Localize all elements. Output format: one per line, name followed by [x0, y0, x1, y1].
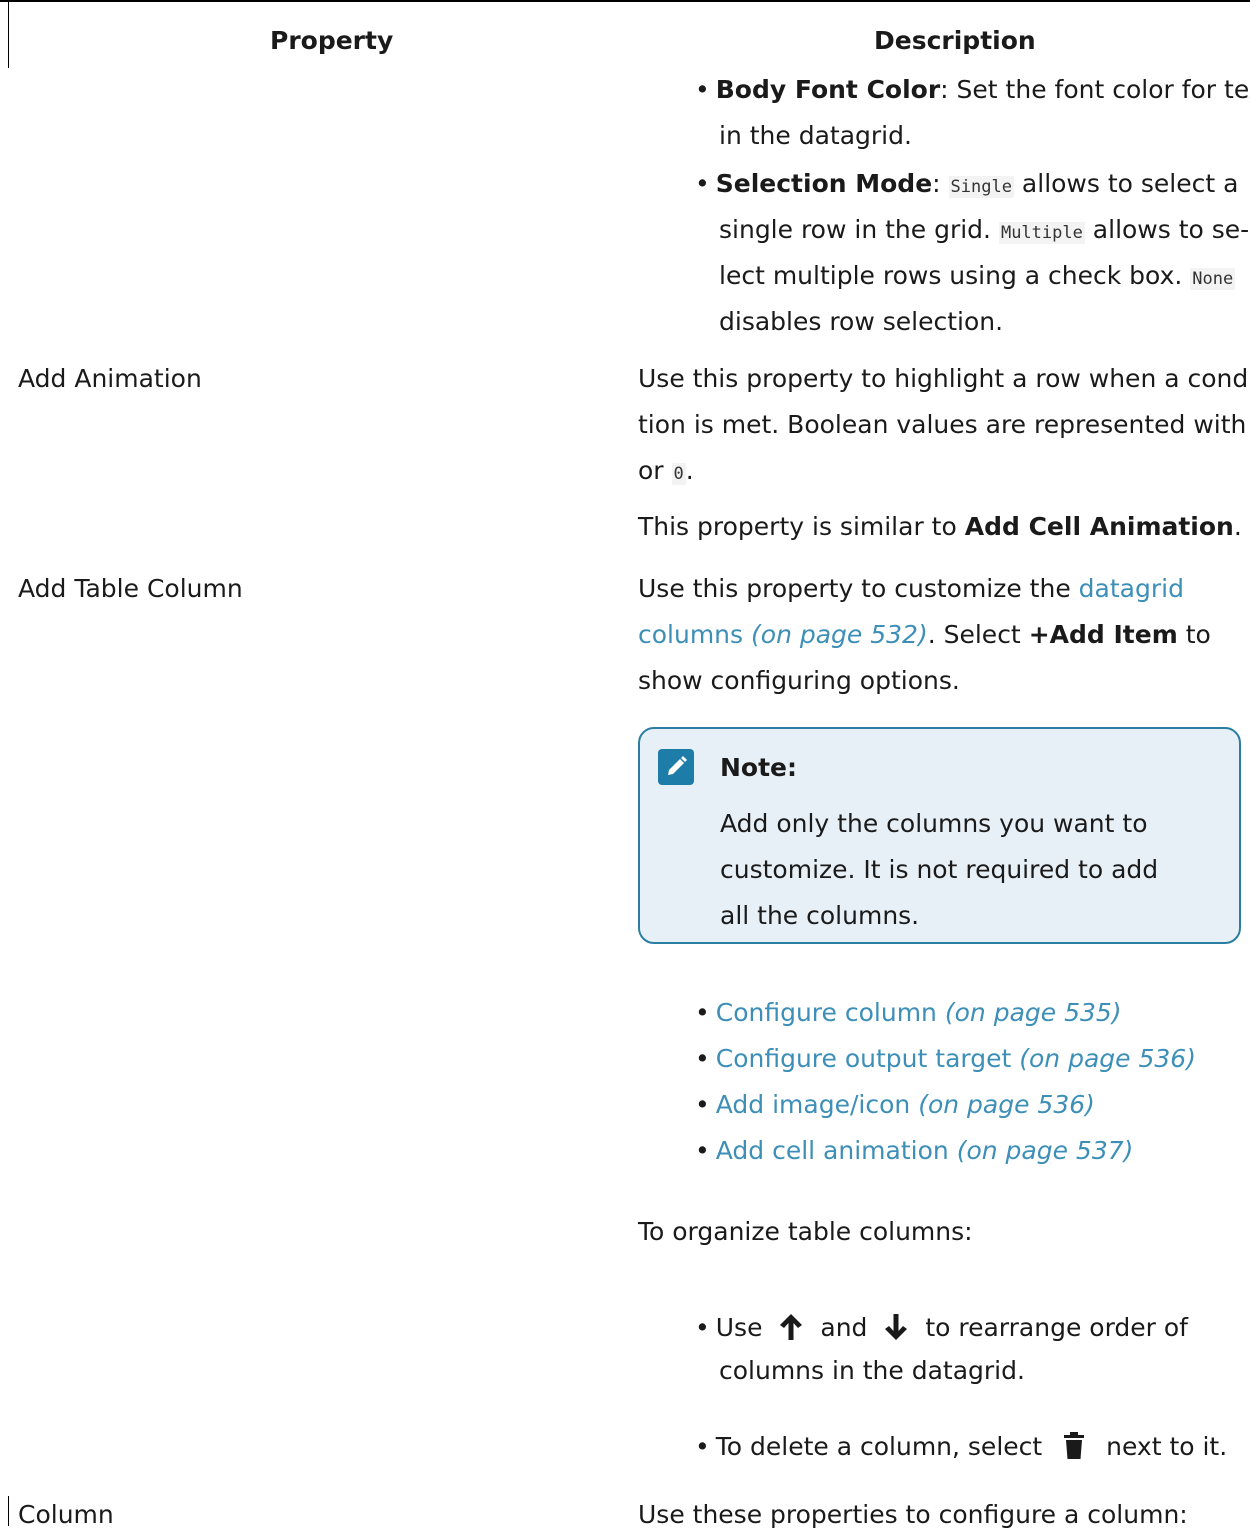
property-add-table-column: Add Table Column [18, 574, 243, 603]
code-single: Single [948, 176, 1014, 198]
pencil-clipboard-icon [658, 749, 694, 785]
arrow-down-icon [883, 1312, 909, 1346]
code-zero: 0 [671, 463, 686, 485]
reorder-instruction: • Use and to rearrange order of [695, 1312, 1188, 1346]
property-add-animation: Add Animation [18, 364, 202, 393]
column-header-description: Description [874, 26, 1036, 55]
note-title: Note: [720, 753, 798, 782]
code-none: None [1190, 268, 1236, 290]
link-list-item[interactable]: • Configure column (on page 535) [695, 1000, 1122, 1025]
table-left-border [8, 0, 9, 68]
body-font-color-item: • Body Font Color: Set the font color for… [695, 75, 1250, 104]
add-cell-animation-ref: Add Cell Animation [964, 512, 1234, 541]
table-left-border [8, 1496, 9, 1526]
link-list-item[interactable]: • Add image/icon (on page 536) [695, 1092, 1095, 1117]
body-font-color-label: Body Font Color [715, 75, 941, 104]
note-box: Note: Add only the columns you want to c… [638, 727, 1241, 944]
delete-instruction: • To delete a column, select next to it. [695, 1431, 1227, 1465]
link-list-item[interactable]: • Configure output target (on page 536) [695, 1046, 1196, 1071]
selection-mode-item: • Selection Mode: Single allows to select… [695, 169, 1239, 198]
code-multiple: Multiple [998, 222, 1085, 244]
column-header-property: Property [270, 26, 394, 55]
arrow-up-icon [778, 1312, 804, 1346]
link-list-item[interactable]: • Add cell animation (on page 537) [695, 1138, 1133, 1163]
trash-icon [1062, 1431, 1086, 1465]
page-ref[interactable]: (on page 532) [751, 620, 928, 649]
note-body: Add only the columns you want to customi… [720, 809, 1159, 930]
add-item-label: +Add Item [1028, 620, 1178, 649]
datagrid-columns-link[interactable]: datagrid [1079, 574, 1184, 603]
property-column: Column [18, 1500, 114, 1529]
table-top-border [0, 0, 1250, 2]
datagrid-columns-link[interactable]: columns [638, 620, 743, 649]
selection-mode-label: Selection Mode [715, 169, 933, 198]
